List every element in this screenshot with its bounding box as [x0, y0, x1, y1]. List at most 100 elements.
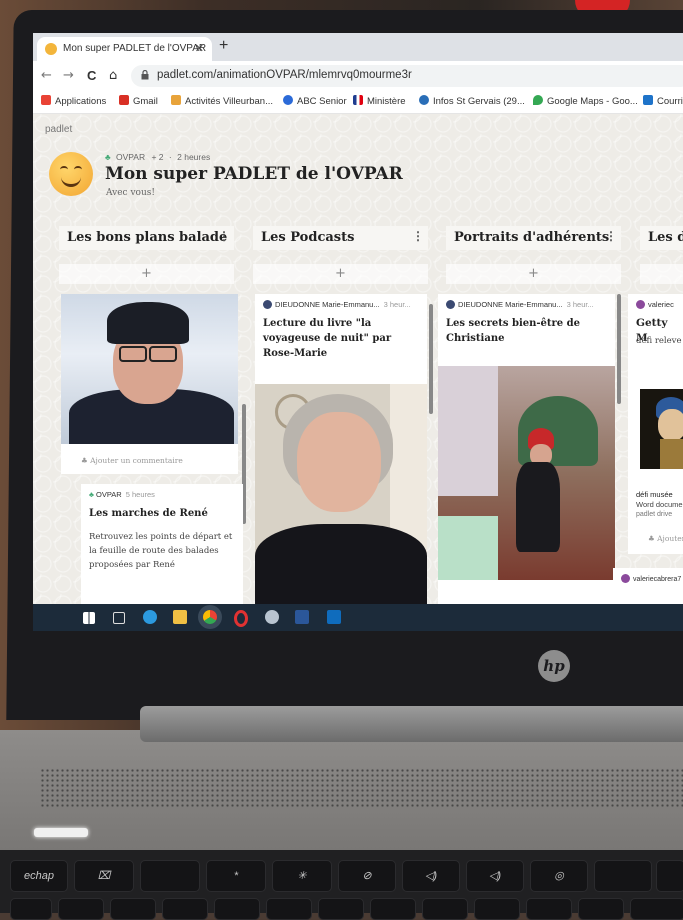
column-scrollbar[interactable]	[617, 294, 621, 404]
bookmark-gmail[interactable]: Gmail	[119, 95, 158, 107]
key-row2[interactable]	[58, 898, 104, 920]
more-options-icon[interactable]: ⋮	[412, 229, 424, 243]
board-author[interactable]: OVPAR	[116, 152, 145, 162]
bookmark-infos-st-gervais[interactable]: Infos St Gervais (29...	[419, 95, 525, 107]
opera-icon[interactable]	[234, 610, 248, 627]
close-icon[interactable]: ✕	[195, 42, 204, 55]
lock-icon	[141, 70, 149, 80]
page-title: Mon super PADLET de l'OVPAR	[105, 164, 403, 184]
word-icon[interactable]	[295, 610, 309, 624]
browser-tab[interactable]: Mon super PADLET de l'OVPAR ✕	[37, 37, 212, 61]
post-author: valeriec	[636, 300, 674, 309]
key-f1[interactable]: ⌧	[74, 860, 134, 892]
add-post-button[interactable]: +	[253, 264, 428, 284]
key-f3[interactable]: *	[206, 860, 266, 892]
address-bar[interactable]: padlet.com/animationOVPAR/mlemrvq0mourme…	[131, 65, 683, 87]
post-card[interactable]: valeriecabrera7	[613, 568, 683, 604]
bookmark-activites[interactable]: Activités Villeurban...	[171, 95, 273, 107]
key-f5[interactable]: ⊘	[338, 860, 396, 892]
paint-icon[interactable]	[265, 610, 279, 624]
key-row2[interactable]	[630, 898, 683, 920]
add-post-button[interactable]	[640, 264, 683, 284]
key-row2[interactable]	[526, 898, 572, 920]
key-f6[interactable]: ◁)	[402, 860, 460, 892]
bookmark-courrier[interactable]: Courri	[643, 95, 683, 107]
board-meta: ♣ OVPAR + 2 · 2 heures	[105, 152, 210, 162]
post-thumbnail-painting	[640, 389, 683, 469]
post-card[interactable]: valeriec Getty M défi releve défi musée …	[628, 294, 683, 554]
power-button[interactable]	[34, 828, 88, 837]
reload-icon[interactable]: C	[87, 68, 96, 83]
bookmark-applications[interactable]: Applications	[41, 95, 106, 107]
hp-logo: hp	[538, 650, 570, 682]
column-header-4[interactable]: Les d	[640, 226, 683, 250]
post-card[interactable]: DIEUDONNE Marie-Emmanu... 3 heur... Les s…	[438, 294, 615, 604]
windows-start-icon[interactable]	[83, 612, 95, 624]
tree-icon: ♣	[89, 490, 97, 499]
padlet-logo[interactable]: padlet	[45, 124, 72, 135]
bookmark-ministere[interactable]: Ministère	[353, 95, 406, 107]
navigation-bar: ← → C ⌂ padlet.com/animationOVPAR/mlemrv…	[33, 61, 683, 91]
add-comment-link[interactable]: ♣ Ajouter un commentaire	[81, 456, 183, 465]
add-post-button[interactable]: +	[446, 264, 621, 284]
add-post-button[interactable]: +	[59, 264, 234, 284]
activites-icon	[171, 95, 181, 105]
key-f10[interactable]	[656, 860, 683, 892]
contributors-count[interactable]: + 2	[151, 152, 163, 162]
post-card[interactable]: ♣ OVPAR 5 heures Les marches de René Retr…	[81, 484, 243, 604]
key-row2[interactable]	[266, 898, 312, 920]
key-row2[interactable]	[578, 898, 624, 920]
key-row2[interactable]	[214, 898, 260, 920]
key-row2[interactable]	[110, 898, 156, 920]
post-card[interactable]: DIEUDONNE Marie-Emmanu... 3 heur... Lectu…	[255, 294, 427, 604]
column-header-podcasts[interactable]: Les Podcasts ⋮	[253, 226, 428, 250]
column-header-balade[interactable]: Les bons plans balade ⋮	[59, 226, 234, 250]
add-comment-link[interactable]: ♣ Ajouter un co	[648, 534, 683, 543]
post-author: DIEUDONNE Marie-Emmanu... 3 heur...	[263, 300, 411, 309]
column-scrollbar[interactable]	[429, 304, 433, 414]
laptop-screen: Mon super PADLET de l'OVPAR ✕ + ← → C ⌂ …	[33, 33, 683, 631]
edge-icon[interactable]	[143, 610, 157, 624]
key-escape[interactable]: echap	[10, 860, 68, 892]
back-icon[interactable]: ←	[41, 68, 52, 83]
post-card[interactable]: ♣ Ajouter un commentaire	[61, 294, 238, 474]
laptop-hinge	[140, 706, 683, 742]
attachment-source: padlet drive	[636, 511, 673, 518]
key-f2[interactable]	[140, 860, 200, 892]
avatar	[621, 574, 630, 583]
key-row2[interactable]	[370, 898, 416, 920]
apps-grid-icon	[41, 95, 51, 105]
maps-pin-icon	[533, 95, 543, 105]
forward-icon[interactable]: →	[63, 68, 74, 83]
key-f4[interactable]: ✳	[272, 860, 332, 892]
smiley-favicon-icon	[45, 43, 57, 55]
chrome-icon[interactable]	[203, 610, 217, 624]
column-header-portraits[interactable]: Portraits d'adhérents ⋮	[446, 226, 621, 250]
more-options-icon[interactable]: ⋮	[605, 229, 617, 243]
attachment-title: défi musée	[636, 490, 673, 499]
task-view-icon[interactable]	[113, 612, 125, 624]
tree-icon: ♣	[105, 152, 111, 162]
key-row2[interactable]	[162, 898, 208, 920]
key-row2[interactable]	[10, 898, 52, 920]
post-title: Les secrets bien-être de Christiane	[446, 318, 580, 344]
key-row2[interactable]	[422, 898, 468, 920]
bookmark-abc-senior[interactable]: ABC Senior	[283, 95, 347, 107]
key-row2[interactable]	[318, 898, 364, 920]
bookmark-google-maps[interactable]: Google Maps - Goo...	[533, 95, 638, 107]
home-icon[interactable]: ⌂	[109, 68, 117, 83]
key-row2[interactable]	[474, 898, 520, 920]
smiley-icon	[49, 152, 93, 196]
board-age: 2 heures	[177, 152, 211, 162]
infos-icon	[419, 95, 429, 105]
more-options-icon[interactable]: ⋮	[218, 229, 230, 243]
post-body: Retrouvez les points de départ et la feu…	[89, 532, 233, 570]
tree-icon: ♣	[648, 534, 658, 543]
gmail-icon	[119, 95, 129, 105]
outlook-icon[interactable]	[327, 610, 341, 624]
key-f8[interactable]: ◎	[530, 860, 588, 892]
new-tab-button[interactable]: +	[219, 37, 228, 55]
key-f7[interactable]: ◁)	[466, 860, 524, 892]
file-explorer-icon[interactable]	[173, 610, 187, 624]
key-f9[interactable]	[594, 860, 652, 892]
